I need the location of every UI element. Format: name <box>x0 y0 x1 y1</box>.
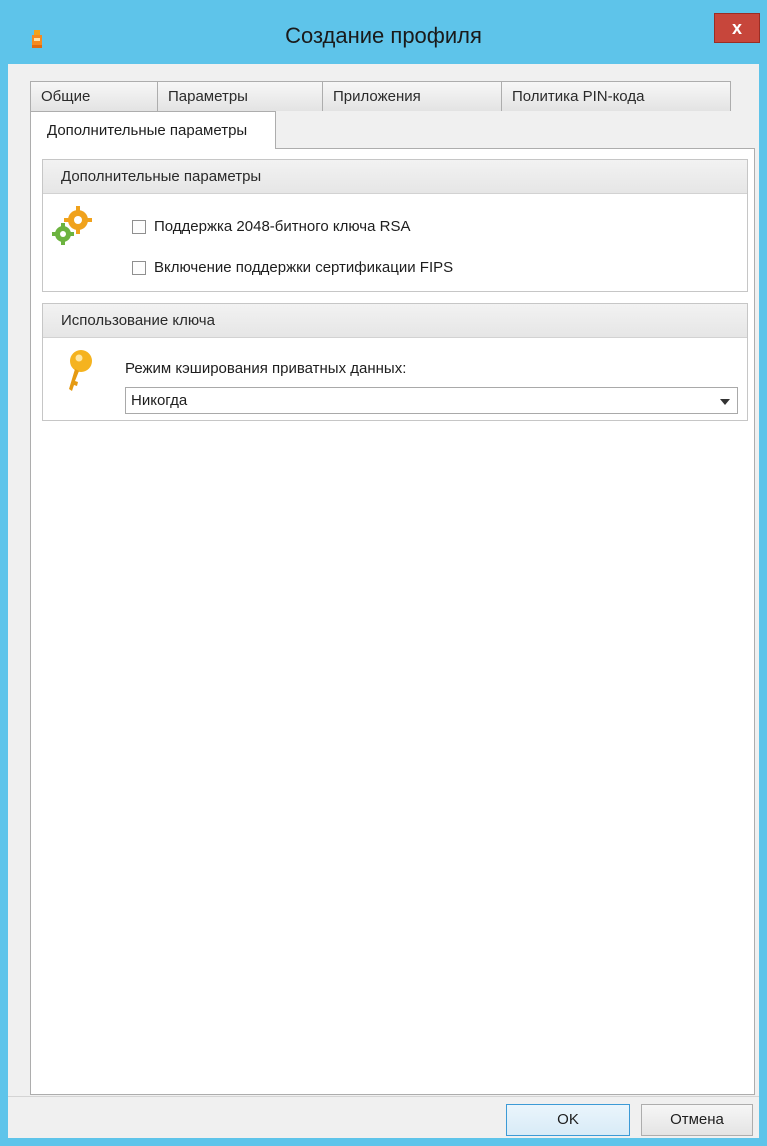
tab-advanced-parameters[interactable]: Дополнительные параметры <box>30 111 276 149</box>
cache-mode-value: Никогда <box>131 392 188 409</box>
profile-dialog: Создание профиля x Общие Параметры Прило… <box>0 0 767 1146</box>
cancel-button[interactable]: Отмена <box>641 1104 753 1136</box>
tab-row: Общие Параметры Приложения Политика PIN-… <box>30 81 731 112</box>
tab-applications[interactable]: Приложения <box>322 81 502 111</box>
fips-checkbox[interactable] <box>132 260 146 275</box>
fips-option[interactable]: Включение поддержки сертификации FIPS <box>132 259 453 276</box>
advanced-parameters-group: Дополнительные параметры Поддержка 2048-… <box>42 159 748 292</box>
tab-parameters[interactable]: Параметры <box>157 81 323 111</box>
rsa-2048-option[interactable]: Поддержка 2048-битного ключа RSA <box>132 218 410 235</box>
cache-mode-label: Режим кэширования приватных данных: <box>125 360 407 377</box>
rsa-2048-label: Поддержка 2048-битного ключа RSA <box>154 218 411 235</box>
group-header-advanced: Дополнительные параметры <box>43 160 747 194</box>
ok-button[interactable]: OK <box>506 1104 630 1136</box>
key-usage-group: Использование ключа Режим кэширования пр… <box>42 303 748 421</box>
gears-icon <box>52 206 92 245</box>
tab-general[interactable]: Общие <box>30 81 158 111</box>
footer-divider <box>8 1096 759 1097</box>
dialog-body: Общие Параметры Приложения Политика PIN-… <box>8 64 759 1138</box>
tab-pin-policy[interactable]: Политика PIN-кода <box>501 81 731 111</box>
title-bar: Создание профиля x <box>0 0 767 64</box>
key-icon <box>69 350 92 391</box>
rsa-2048-checkbox[interactable] <box>132 219 146 234</box>
tab-panel: Дополнительные параметры Поддержка 2048-… <box>30 148 755 1095</box>
cache-mode-select[interactable]: Никогда <box>125 387 738 414</box>
group-header-key-usage: Использование ключа <box>43 304 747 338</box>
chevron-down-icon[interactable] <box>720 399 730 405</box>
window-title: Создание профиля <box>285 23 482 48</box>
close-button[interactable]: x <box>714 13 760 43</box>
fips-label: Включение поддержки сертификации FIPS <box>154 259 454 276</box>
